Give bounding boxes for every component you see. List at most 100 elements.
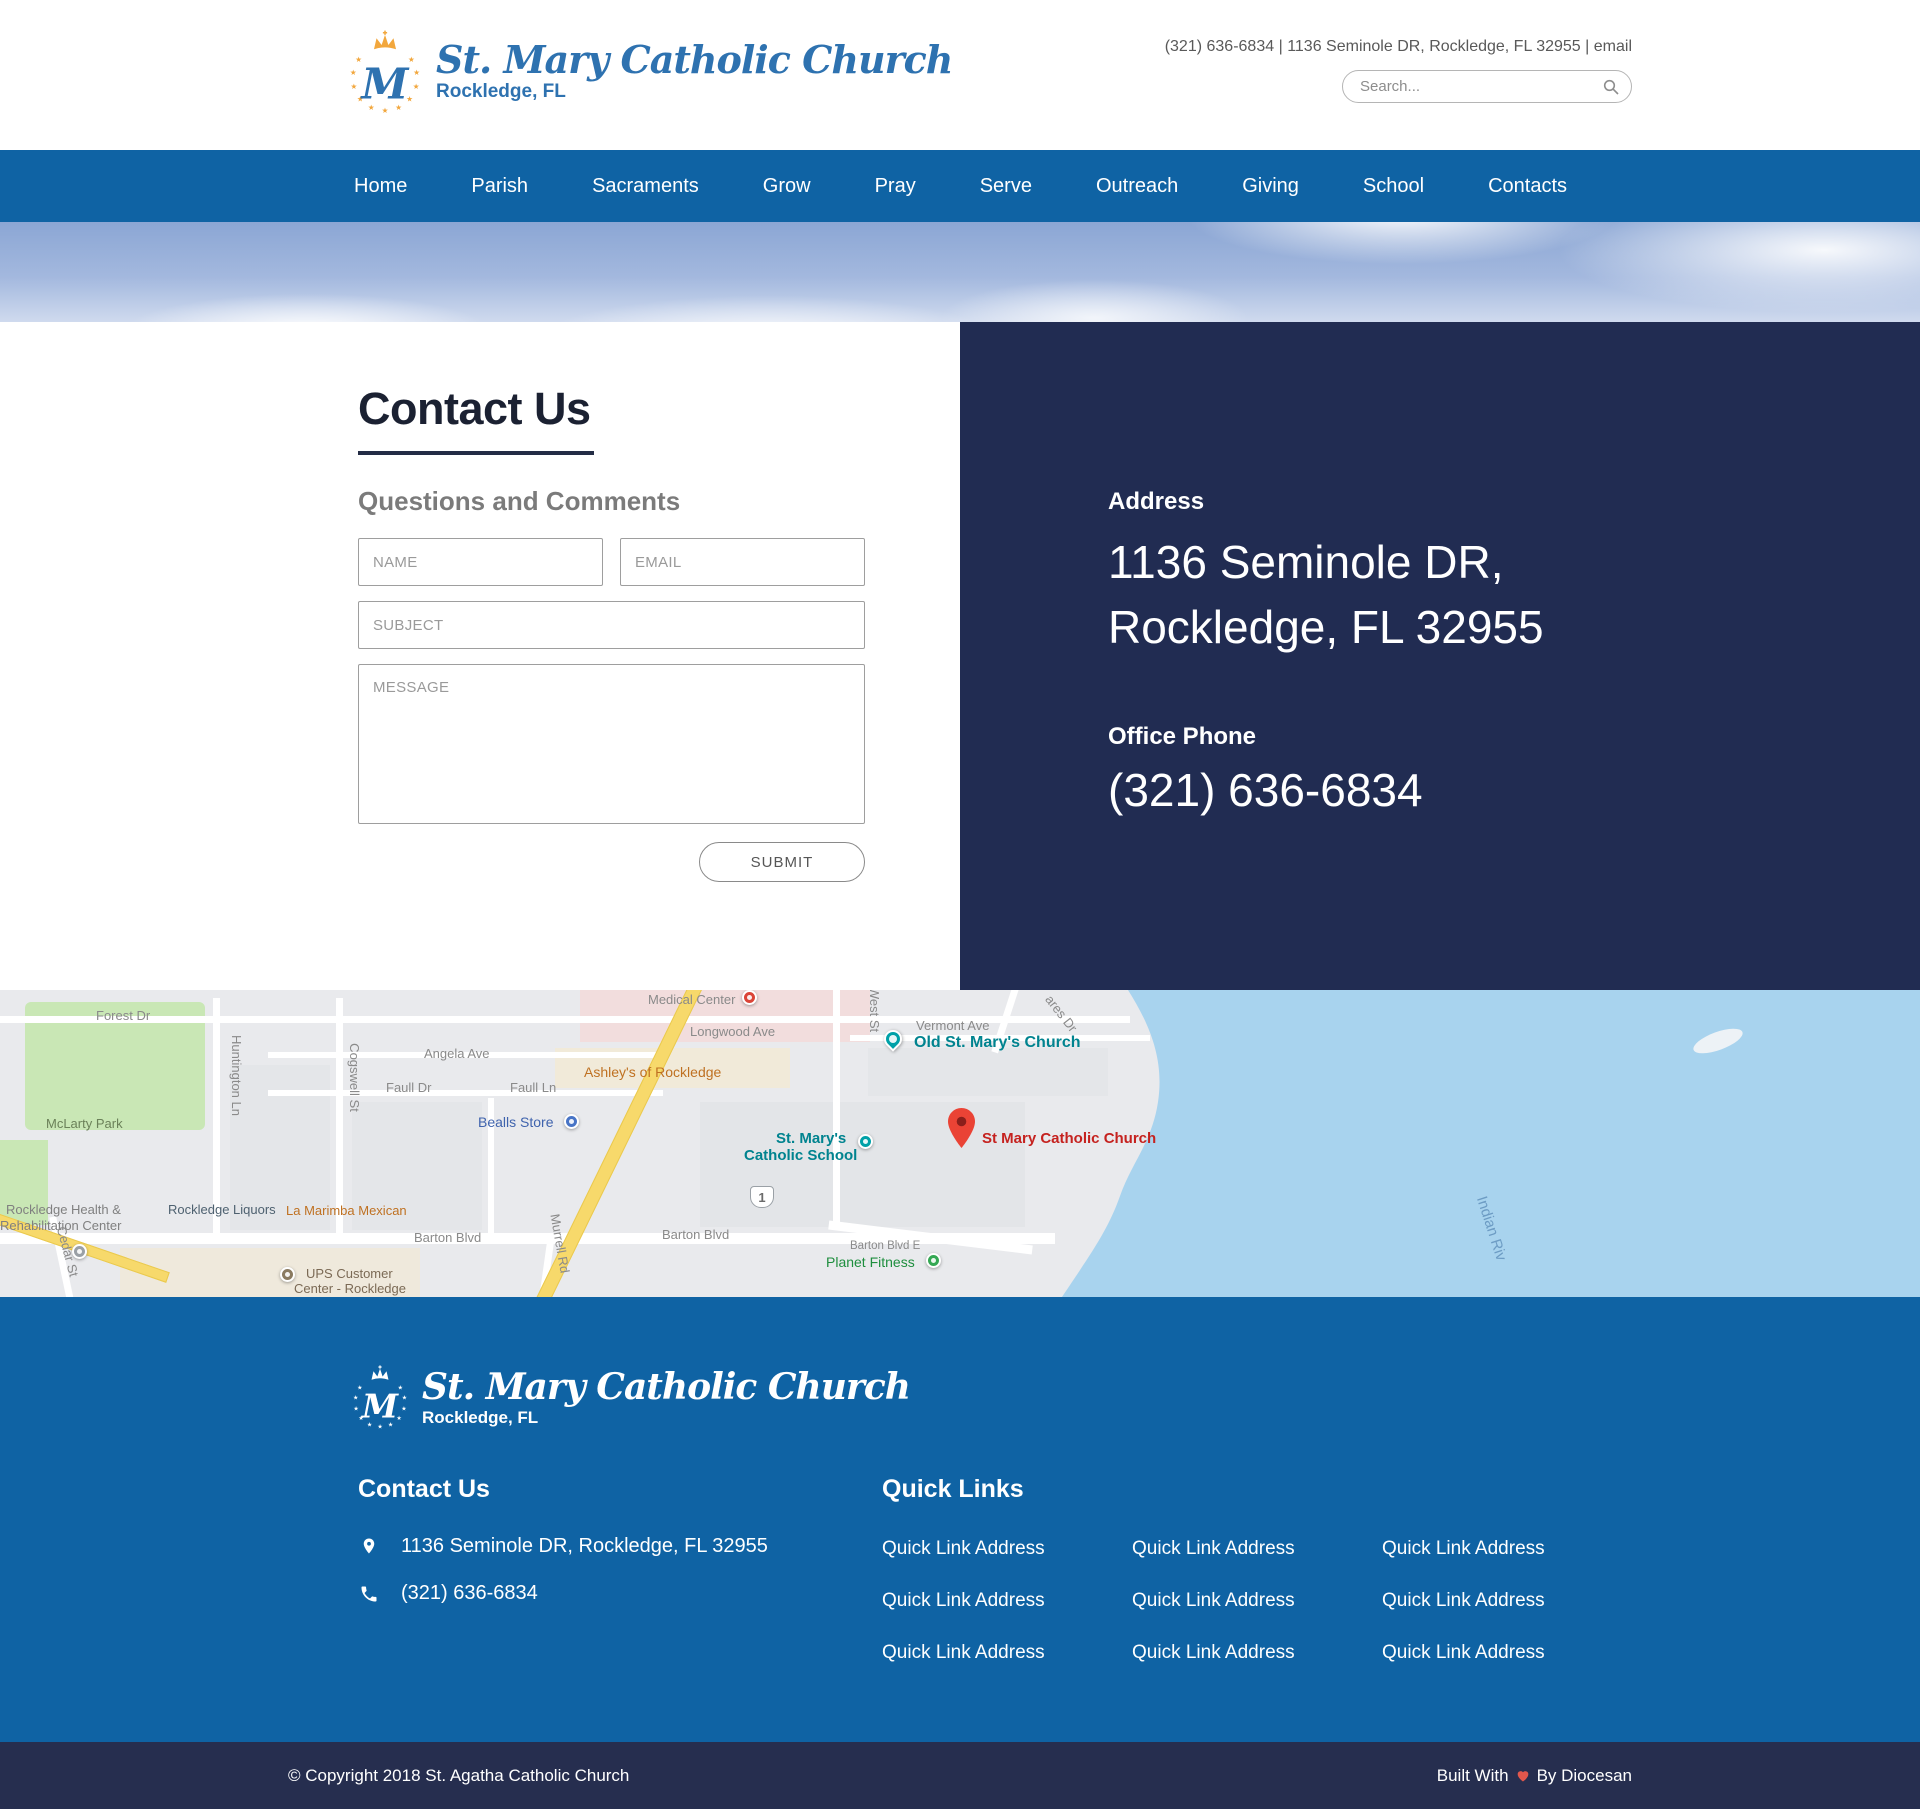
map-label: Barton Blvd (662, 1227, 729, 1242)
office-phone-value: (321) 636-6834 (1108, 763, 1920, 817)
map-label: Forest Dr (96, 1008, 150, 1023)
quick-link[interactable]: Quick Link Address (1382, 1590, 1632, 1612)
map-label: Catholic School (744, 1147, 857, 1164)
submit-button[interactable]: SUBMIT (699, 842, 865, 882)
header-address: 1136 Seminole DR, Rockledge, FL 32955 (1287, 38, 1581, 55)
heart-icon (1515, 1768, 1531, 1783)
separator: | (1279, 38, 1283, 55)
address-line1: 1136 Seminole DR, (1108, 536, 1503, 588)
nav-item-sacraments[interactable]: Sacraments (592, 175, 699, 198)
map-label: La Marimba Mexican (286, 1203, 407, 1218)
map-poi-icon (564, 1114, 579, 1129)
footer-address: 1136 Seminole DR, Rockledge, FL 32955 (401, 1535, 768, 1558)
search-button[interactable] (1603, 79, 1619, 95)
quick-link[interactable]: Quick Link Address (1132, 1642, 1382, 1664)
map-label: West St (867, 990, 882, 1032)
map-label: Old St. Mary's Church (914, 1034, 1081, 1052)
search-box (1342, 70, 1632, 103)
map-label: Faull Dr (386, 1080, 432, 1095)
quick-link[interactable]: Quick Link Address (1132, 1538, 1382, 1560)
quick-link[interactable]: Quick Link Address (1132, 1590, 1382, 1612)
nav-menu: Home Parish Sacraments Grow Pray Serve Outreac… (288, 150, 1632, 222)
form-subtitle: Questions and Comments (358, 486, 960, 517)
header-phone: (321) 636-6834 (1165, 38, 1274, 55)
address-label: Address (1108, 488, 1920, 516)
location-pin-icon (358, 1534, 379, 1558)
search-input[interactable] (1360, 78, 1603, 95)
quick-link[interactable]: Quick Link Address (882, 1642, 1132, 1664)
map-poi-icon (858, 1134, 873, 1149)
subject-field[interactable] (358, 601, 865, 649)
map-label: Center - Rockledge (294, 1281, 406, 1296)
main-content: Contact Us Questions and Comments SUBMIT… (0, 322, 1920, 990)
contact-info-panel: Address 1136 Seminole DR, Rockledge, FL … (960, 322, 1920, 990)
nav-item-parish[interactable]: Parish (471, 175, 528, 198)
separator: | (1585, 38, 1589, 55)
header-contact-line: (321) 636-6834 | 1136 Seminole DR, Rockl… (1165, 38, 1632, 56)
map-poi-icon (280, 1267, 295, 1282)
nav-item-contacts[interactable]: Contacts (1488, 175, 1567, 198)
footer-contact-section: Contact Us 1136 Seminole DR, Rockledge, … (358, 1475, 785, 1664)
nav-item-home[interactable]: Home (354, 175, 407, 198)
email-link[interactable]: email (1594, 38, 1632, 55)
title-underline (358, 451, 594, 455)
map-poi-icon (72, 1244, 87, 1259)
map-label: St Mary Catholic Church (982, 1130, 1156, 1147)
quick-links-grid: Quick Link AddressQuick Link AddressQuic… (882, 1538, 1632, 1664)
site-name: St. Mary Catholic Church (436, 40, 952, 80)
map-poi-icon (926, 1253, 941, 1268)
address-line2: Rockledge, FL 32955 (1108, 601, 1544, 653)
nav-item-grow[interactable]: Grow (763, 175, 811, 198)
contact-form: SUBMIT (358, 538, 865, 882)
footer-logo[interactable]: St. Mary Catholic Church Rockledge, FL (350, 1361, 1632, 1435)
quick-links-title: Quick Links (882, 1475, 1632, 1504)
name-field[interactable] (358, 538, 603, 586)
map-label: Cogswell St (347, 1043, 362, 1112)
copyright-text: © Copyright 2018 St. Agatha Catholic Chu… (288, 1766, 629, 1786)
map-label: McLarty Park (46, 1116, 123, 1131)
footer-quicklinks-section: Quick Links Quick Link AddressQuick Link… (882, 1475, 1632, 1664)
email-field[interactable] (620, 538, 865, 586)
site-location: Rockledge, FL (436, 81, 952, 103)
footer-phone: (321) 636-6834 (401, 1582, 538, 1605)
quick-link[interactable]: Quick Link Address (1382, 1642, 1632, 1664)
message-field[interactable] (358, 664, 865, 824)
map-poi-icon (742, 990, 757, 1005)
map-poi-icon (880, 1026, 905, 1051)
address-value: 1136 Seminole DR, Rockledge, FL 32955 (1108, 530, 1920, 661)
google-map-embed[interactable]: Forest DrMedical CenterLongwood AveVermo… (0, 990, 1920, 1297)
map-label: ares Dr (1042, 992, 1080, 1035)
map-label: Medical Center (648, 992, 735, 1007)
quick-link[interactable]: Quick Link Address (1382, 1538, 1632, 1560)
map-label: Longwood Ave (690, 1024, 775, 1039)
footer: St. Mary Catholic Church Rockledge, FL C… (0, 1297, 1920, 1742)
map-pin-icon (948, 1108, 975, 1148)
marian-logo-icon (350, 1361, 410, 1435)
map-label: Murrell Rd (547, 1213, 572, 1275)
site-location: Rockledge, FL (422, 1408, 910, 1428)
site-name: St. Mary Catholic Church (422, 1369, 910, 1407)
nav-item-pray[interactable]: Pray (875, 175, 916, 198)
main-nav: Home Parish Sacraments Grow Pray Serve Outreac… (0, 150, 1920, 222)
header: St. Mary Catholic Church Rockledge, FL (… (0, 0, 1920, 150)
route-shield: 1 (750, 1186, 774, 1208)
nav-item-giving[interactable]: Giving (1242, 175, 1299, 198)
map-label: Faull Ln (510, 1080, 556, 1095)
built-with-link[interactable]: Built With By Diocesan (1437, 1766, 1632, 1786)
quick-link[interactable]: Quick Link Address (882, 1538, 1132, 1560)
map-label: Indian Riv (1473, 1194, 1510, 1263)
quick-link[interactable]: Quick Link Address (882, 1590, 1132, 1612)
map-label: Barton Blvd (414, 1230, 481, 1245)
map-label: Bealls Store (478, 1114, 553, 1130)
footer-contact-title: Contact Us (358, 1475, 785, 1504)
header-logo[interactable]: St. Mary Catholic Church Rockledge, FL (346, 26, 952, 150)
search-icon (1603, 79, 1619, 95)
nav-item-outreach[interactable]: Outreach (1096, 175, 1178, 198)
phone-icon (358, 1584, 379, 1604)
nav-item-school[interactable]: School (1363, 175, 1424, 198)
nav-item-serve[interactable]: Serve (980, 175, 1032, 198)
sky-banner-image (0, 222, 1920, 322)
map-label: Barton Blvd E (850, 1240, 920, 1252)
map-label: Angela Ave (424, 1046, 490, 1061)
map-label: Rockledge Health & (6, 1202, 121, 1217)
